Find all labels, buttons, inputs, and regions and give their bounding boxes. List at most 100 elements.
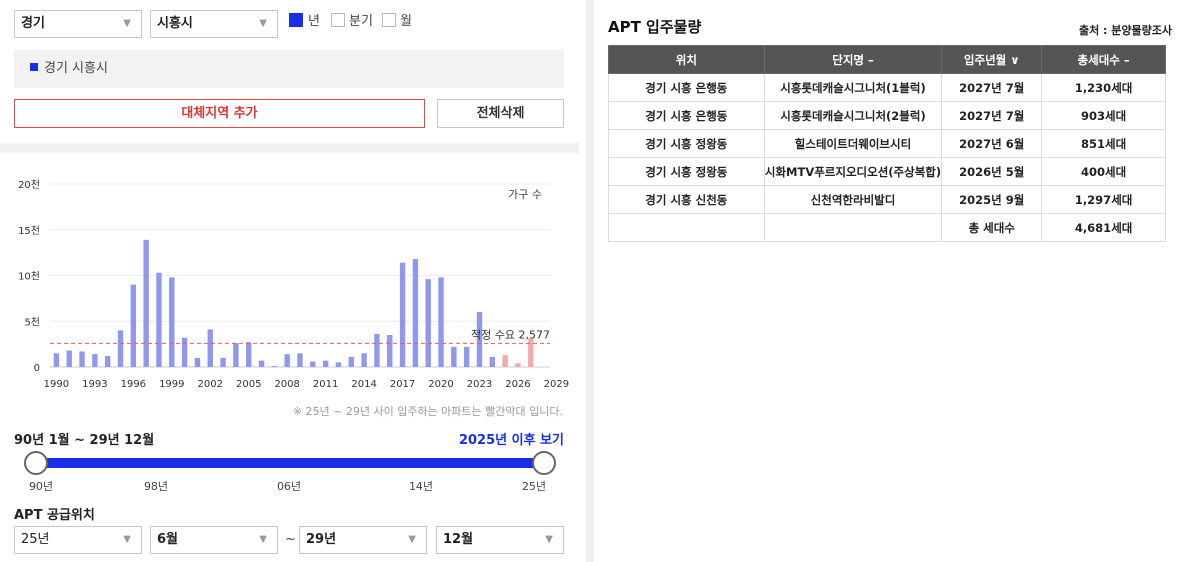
dropdown-arrow-icon: ▼ [123,534,131,545]
y-tick-label: 10천 [18,271,40,283]
bar [438,277,444,367]
to-month-value: 12월 [443,532,474,547]
dropdown-arrow-icon: ▼ [545,534,553,545]
x-tick-label: 2008 [274,379,299,390]
legend-label: 가구 수 [508,188,542,201]
range-label: 90년 1월 ~ 29년 12월 [14,433,155,448]
x-tick-label: 2011 [313,379,338,390]
dropdown-arrow-icon: ▼ [259,18,267,29]
cell-households: 400세대 [1041,157,1166,186]
bar [258,360,265,367]
bar [515,363,521,367]
province-value: 경기 [21,16,45,31]
column-header-movein[interactable]: 입주년월 ∨ [941,45,1043,74]
bar [412,259,419,367]
apt-table: 위치 단지명 – 입주년월 ∨ 총세대수 – 경기 시흥 은행동 시흥롯데캐슬시… [608,45,1166,242]
apt-source: 출처 : 분양물량조사 [1078,24,1172,37]
from-month-select[interactable]: 6월 ▼ [150,526,278,554]
bar [463,346,470,367]
bar [233,343,239,367]
table-row[interactable]: 경기 시흥 정왕동 시화MTV푸르지오디오션(주상복합) 2026년 5월 40… [608,157,1166,186]
bar [335,362,342,367]
column-header-households[interactable]: 총세대수 – [1041,45,1166,74]
city-value: 시흥시 [157,16,193,31]
x-tick-label: 2029 [544,379,569,390]
table-row[interactable]: 경기 시흥 은행동 시흥롯데캐슬시그니처(2블럭) 2027년 7월 903세대 [608,101,1166,130]
x-tick-label: 2020 [428,379,453,390]
period-month-label: 월 [400,14,412,29]
add-region-button[interactable]: 대체지역 추가 [14,99,425,128]
from-year-select[interactable]: 25년 ▼ [14,526,142,554]
cell-movein: 2027년 7월 [941,73,1043,102]
bar [322,360,329,367]
cell-empty [763,213,943,242]
x-tick-label: 1990 [44,379,69,390]
delete-all-button[interactable]: 전체삭제 [437,99,564,128]
to-year-value: 29년 [306,532,337,547]
bar [181,337,188,367]
bar [297,353,303,367]
table-total-row: 총 세대수 4,681세대 [608,213,1166,242]
table-row[interactable]: 경기 시흥 은행동 시흥롯데캐슬시그니처(1블럭) 2027년 7월 1,230… [608,73,1166,102]
x-tick-label: 2023 [467,379,492,390]
cell-movein: 2027년 7월 [941,101,1043,130]
bar [194,357,201,367]
bar [528,338,534,367]
bar [361,353,367,367]
slider-tick: 90년 [28,480,54,493]
cell-complex: 시흥롯데캐슬시그니처(1블럭) [763,73,943,102]
table-row[interactable]: 경기 시흥 신천동 신천역한라비발디 2025년 9월 1,297세대 [608,185,1166,214]
cell-households: 903세대 [1041,101,1166,130]
slider-tick: 25년 [521,480,547,493]
from-year-value: 25년 [21,532,50,547]
bar [271,366,278,367]
left-panel: 경기 ▼ 시흥시 ▼ 년 분기 월 경기 시흥시 대체지역 추가 전체삭제 0 5… [0,0,579,562]
bar [489,356,495,367]
cell-complex: 신천역한라비발디 [763,185,943,214]
selected-region-label: 경기 시흥시 [44,61,108,76]
province-select[interactable]: 경기 ▼ [14,10,142,38]
bar [246,342,252,367]
period-quarter-checkbox[interactable] [331,13,345,27]
bar [53,353,60,367]
supply-location-title: APT 공급위치 [14,508,95,523]
range-slider-start-handle[interactable] [24,451,48,475]
chart-note: ※ 25년 ~ 29년 사이 입주하는 아파트는 빨간막대 입니다. [292,405,563,418]
cell-movein: 2025년 9월 [941,185,1043,214]
x-tick-label: 1999 [159,379,184,390]
x-tick-label: 2005 [236,379,261,390]
bar [130,284,137,367]
to-month-select[interactable]: 12월 ▼ [436,526,564,554]
cell-location: 경기 시흥 신천동 [608,185,765,214]
cell-households: 851세대 [1041,129,1166,158]
to-year-select[interactable]: 29년 ▼ [299,526,427,554]
period-year-label: 년 [308,14,320,29]
x-tick-label: 2017 [390,379,415,390]
bar [117,330,124,367]
period-year-checkbox[interactable] [289,13,303,27]
range-tilde: ~ [285,532,296,547]
bar [92,354,98,367]
y-tick-label: 0 [34,363,40,374]
selected-region-item: 경기 시흥시 [14,50,564,88]
period-month-checkbox[interactable] [382,13,396,27]
column-header-location[interactable]: 위치 [608,45,765,74]
dropdown-arrow-icon: ▼ [259,534,267,545]
range-slider-track[interactable] [36,458,544,468]
bar [207,329,213,367]
bar [374,334,380,367]
after-2025-link[interactable]: 2025년 이후 보기 [459,429,564,448]
bar [79,351,85,367]
table-row[interactable]: 경기 시흥 정왕동 힐스테이트더웨이브시티 2027년 6월 851세대 [608,129,1166,158]
range-slider-end-handle[interactable] [532,451,556,475]
column-header-complex[interactable]: 단지명 – [763,45,943,74]
table-header-row: 위치 단지명 – 입주년월 ∨ 총세대수 – [608,45,1166,74]
bar [310,361,316,367]
cell-households: 1,230세대 [1041,73,1166,102]
apt-panel-title: APT 입주물량 [608,18,702,36]
city-select[interactable]: 시흥시 ▼ [150,10,278,38]
cell-empty [608,213,765,242]
cell-complex: 시화MTV푸르지오디오션(주상복합) [763,157,943,186]
cell-location: 경기 시흥 정왕동 [608,129,765,158]
y-tick-label: 20천 [18,179,40,191]
